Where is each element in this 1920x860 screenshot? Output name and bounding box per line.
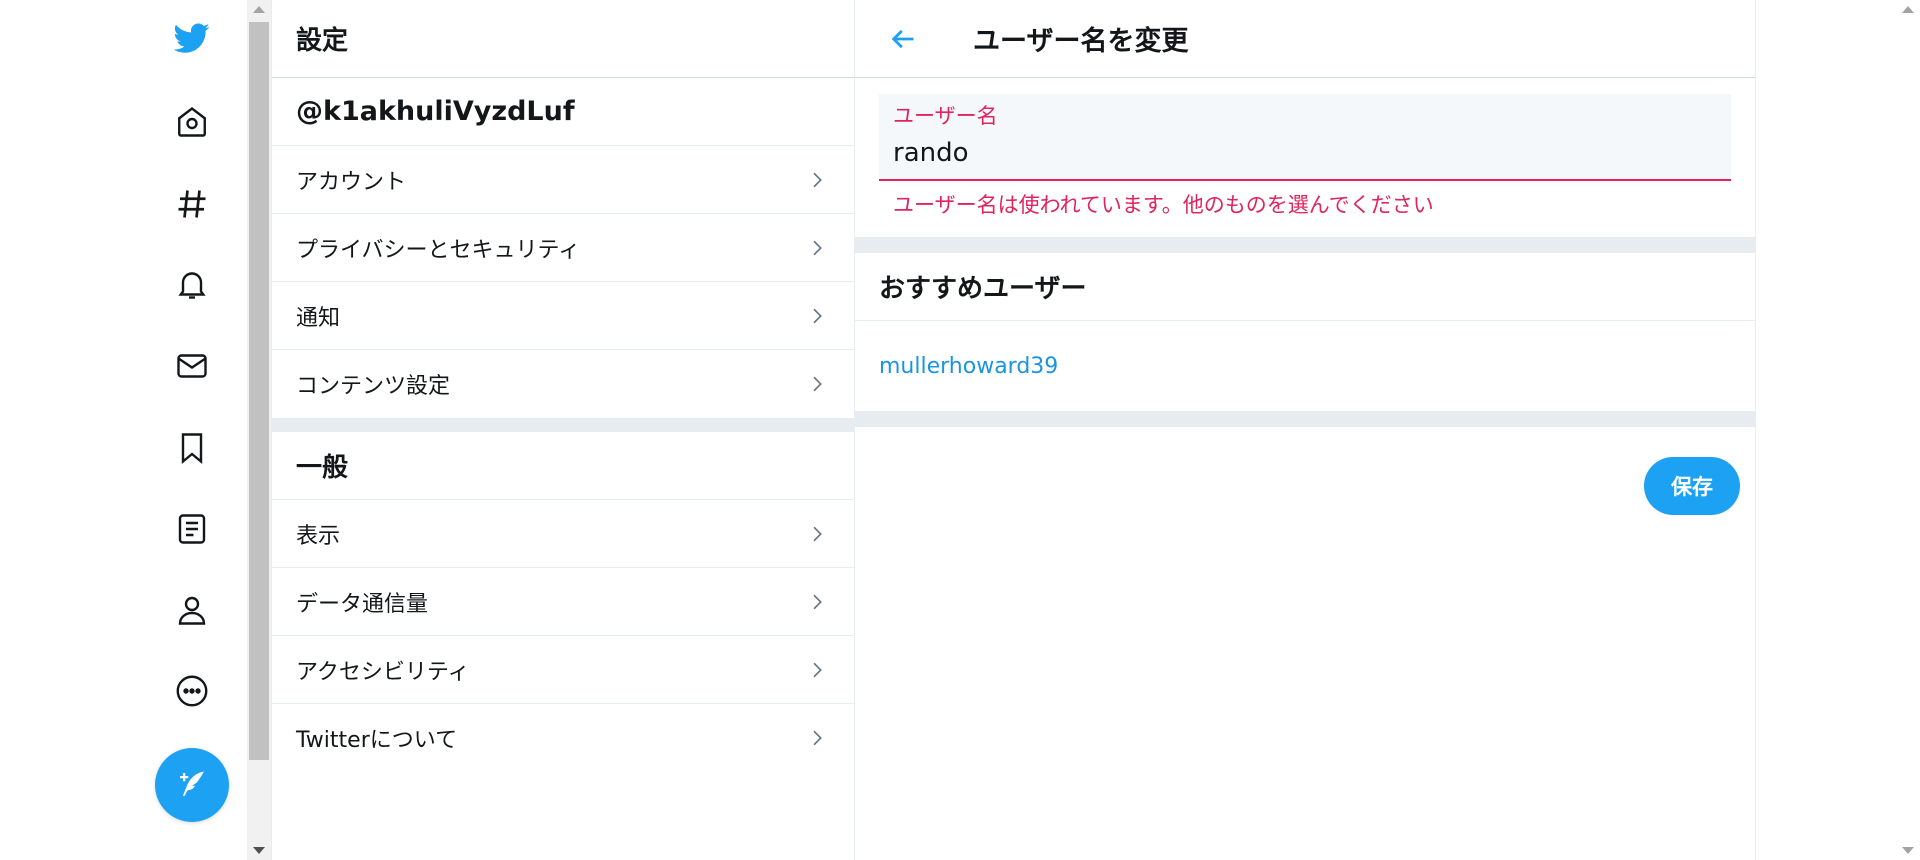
suggestions-title-row: おすすめユーザー bbox=[855, 253, 1755, 321]
username-field[interactable]: ユーザー名 bbox=[879, 94, 1731, 181]
chevron-right-icon bbox=[813, 308, 822, 323]
suggestions-heading: おすすめユーザー bbox=[879, 274, 1087, 304]
back-button[interactable] bbox=[885, 21, 921, 57]
settings-header: 設定 bbox=[272, 0, 854, 78]
chevron-right-icon bbox=[813, 240, 822, 255]
settings-item-privacy[interactable]: プライバシーとセキュリティ bbox=[272, 214, 854, 282]
settings-item-data-usage[interactable]: データ通信量 bbox=[272, 568, 854, 636]
username-input[interactable] bbox=[893, 138, 1717, 168]
settings-item-accessibility[interactable]: アクセシビリティ bbox=[272, 636, 854, 704]
more-icon[interactable] bbox=[166, 665, 218, 717]
settings-column: 設定 @k1akhuliVyzdLuf アカウント プライバシーとセキュリティ … bbox=[271, 0, 855, 860]
username-field-label: ユーザー名 bbox=[893, 104, 998, 128]
page-scrollbar[interactable] bbox=[1896, 0, 1920, 860]
notifications-bell-icon[interactable] bbox=[166, 258, 218, 310]
settings-item-label: アクセシビリティ bbox=[296, 659, 470, 685]
section-divider bbox=[855, 411, 1755, 427]
username-error-message: ユーザー名は使われています。他のものを選んでください bbox=[893, 193, 1434, 217]
chevron-right-icon bbox=[813, 662, 822, 677]
scroll-up-arrow[interactable] bbox=[1902, 6, 1914, 13]
twitter-logo-icon[interactable] bbox=[166, 12, 218, 64]
change-username-panel: ユーザー名を変更 ユーザー名 ユーザー名は使われています。他のものを選んでくださ… bbox=[855, 0, 1756, 860]
scroll-down-arrow[interactable] bbox=[253, 847, 265, 854]
chevron-right-icon bbox=[813, 376, 822, 392]
panel-header: ユーザー名を変更 bbox=[855, 0, 1755, 78]
section-divider bbox=[855, 237, 1755, 253]
primary-nav bbox=[140, 0, 245, 860]
settings-item-about[interactable]: Twitterについて bbox=[272, 704, 854, 772]
page-title: 設定 bbox=[296, 26, 349, 56]
settings-item-content[interactable]: コンテンツ設定 bbox=[272, 350, 854, 418]
chevron-right-icon bbox=[813, 594, 822, 609]
settings-item-account[interactable]: アカウント bbox=[272, 146, 854, 214]
save-button[interactable]: 保存 bbox=[1644, 457, 1740, 515]
bookmarks-icon[interactable] bbox=[166, 422, 218, 474]
section-heading: 一般 bbox=[296, 453, 349, 483]
account-handle: @k1akhuliVyzdLuf bbox=[296, 96, 575, 127]
settings-item-label: プライバシーとセキュリティ bbox=[296, 237, 581, 263]
username-field-wrapper: ユーザー名 bbox=[855, 78, 1755, 181]
messages-mail-icon[interactable] bbox=[166, 340, 218, 392]
account-handle-row: @k1akhuliVyzdLuf bbox=[272, 78, 854, 146]
home-icon[interactable] bbox=[166, 96, 218, 148]
settings-item-label: Twitterについて bbox=[296, 728, 458, 753]
lists-icon[interactable] bbox=[166, 503, 218, 555]
settings-item-label: 表示 bbox=[296, 523, 341, 549]
compose-tweet-button[interactable] bbox=[155, 748, 229, 822]
settings-item-label: データ通信量 bbox=[296, 591, 429, 617]
settings-item-label: コンテンツ設定 bbox=[296, 374, 451, 399]
section-divider bbox=[272, 418, 854, 432]
suggested-username-link[interactable]: mullerhoward39 bbox=[879, 354, 1058, 379]
settings-item-label: 通知 bbox=[296, 305, 341, 331]
scroll-down-arrow[interactable] bbox=[1902, 847, 1914, 854]
suggestion-item: mullerhoward39 bbox=[855, 321, 1755, 411]
explore-hashtag-icon[interactable] bbox=[166, 178, 218, 230]
nav-scrollbar[interactable] bbox=[247, 0, 271, 860]
settings-item-display[interactable]: 表示 bbox=[272, 500, 854, 568]
panel-footer: 保存 bbox=[855, 427, 1755, 527]
scrollbar-thumb[interactable] bbox=[249, 22, 269, 760]
general-section-title: 一般 bbox=[272, 432, 854, 500]
scroll-up-arrow[interactable] bbox=[253, 6, 265, 13]
profile-icon[interactable] bbox=[166, 584, 218, 636]
settings-item-label: アカウント bbox=[296, 169, 407, 195]
chevron-right-icon bbox=[813, 730, 822, 746]
compose-tweet-icon bbox=[180, 771, 204, 797]
back-arrow-icon bbox=[891, 29, 914, 48]
settings-item-notifications[interactable]: 通知 bbox=[272, 282, 854, 350]
chevron-right-icon bbox=[813, 526, 822, 541]
chevron-right-icon bbox=[813, 172, 822, 187]
panel-title: ユーザー名を変更 bbox=[973, 26, 1189, 57]
